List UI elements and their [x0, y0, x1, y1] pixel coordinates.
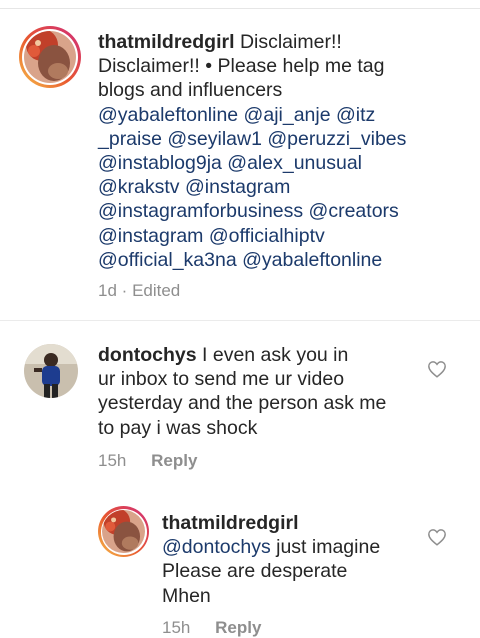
comment-body: ur inbox to send me ur video — [98, 368, 345, 391]
edited-label: Edited — [132, 281, 181, 300]
meta-dot: · — [121, 281, 128, 300]
comment-text: dontochys I even ask you in ur inbox to … — [98, 343, 428, 440]
comment-item: dontochys I even ask you in ur inbox to … — [0, 320, 480, 480]
comment-item: thatmildredgirl Disclaimer!! Disclaimer!… — [0, 0, 480, 320]
mention-links[interactable]: @instagram @officialhiptv — [98, 224, 468, 248]
avatar[interactable] — [98, 506, 149, 557]
timestamp: 15h — [162, 618, 191, 637]
comment-body: Mhen — [162, 584, 211, 607]
comment-body: Please are desperate — [162, 560, 348, 583]
comment-body: Disclaimer!! — [239, 31, 342, 53]
comment-text: thatmildredgirl Disclaimer!! Disclaimer!… — [98, 30, 468, 272]
mention-links[interactable]: @instagramforbusiness @creators — [98, 199, 468, 223]
comment-body: Disclaimer!! • Please help me tag — [98, 55, 385, 78]
comment-body: I even ask you in — [202, 344, 349, 366]
mention-links[interactable]: @yabaleftonline @aji_anje @itz — [98, 103, 468, 127]
avatar[interactable] — [24, 344, 78, 398]
comment-body: yesterday and the person ask me — [98, 392, 387, 415]
username-link[interactable]: dontochys — [98, 344, 197, 366]
comment-body: just imagine — [276, 536, 381, 559]
heart-outline-icon[interactable] — [427, 528, 447, 546]
comment-meta: 1d · Edited — [98, 281, 180, 301]
mention-links[interactable]: @instablog9ja @alex_unusual — [98, 151, 468, 175]
mention-link[interactable]: @dontochys — [162, 536, 271, 558]
username-link[interactable]: thatmildredgirl — [98, 31, 235, 53]
avatar[interactable] — [19, 26, 81, 88]
comment-meta: 15h Reply — [98, 451, 197, 471]
reply-item: thatmildredgirl @dontochys just imagine … — [0, 480, 480, 637]
heart-outline-icon[interactable] — [427, 360, 447, 378]
comment-body: blogs and influencers — [98, 79, 283, 102]
reply-button[interactable]: Reply — [215, 618, 261, 637]
mention-links[interactable]: _praise @seyilaw1 @peruzzi_vibes — [98, 127, 468, 151]
comment-body: to pay i was shock — [98, 416, 258, 439]
mention-links[interactable]: @official_ka3na @yabaleftonline — [98, 248, 468, 272]
mention-links[interactable]: @krakstv @instagram — [98, 175, 468, 199]
username-link[interactable]: thatmildredgirl — [162, 511, 422, 535]
reply-button[interactable]: Reply — [151, 451, 197, 470]
comment-meta: 15h Reply — [162, 618, 261, 638]
timestamp: 1d — [98, 281, 117, 300]
comment-text: thatmildredgirl @dontochys just imagine … — [162, 511, 422, 608]
timestamp: 15h — [98, 451, 127, 470]
